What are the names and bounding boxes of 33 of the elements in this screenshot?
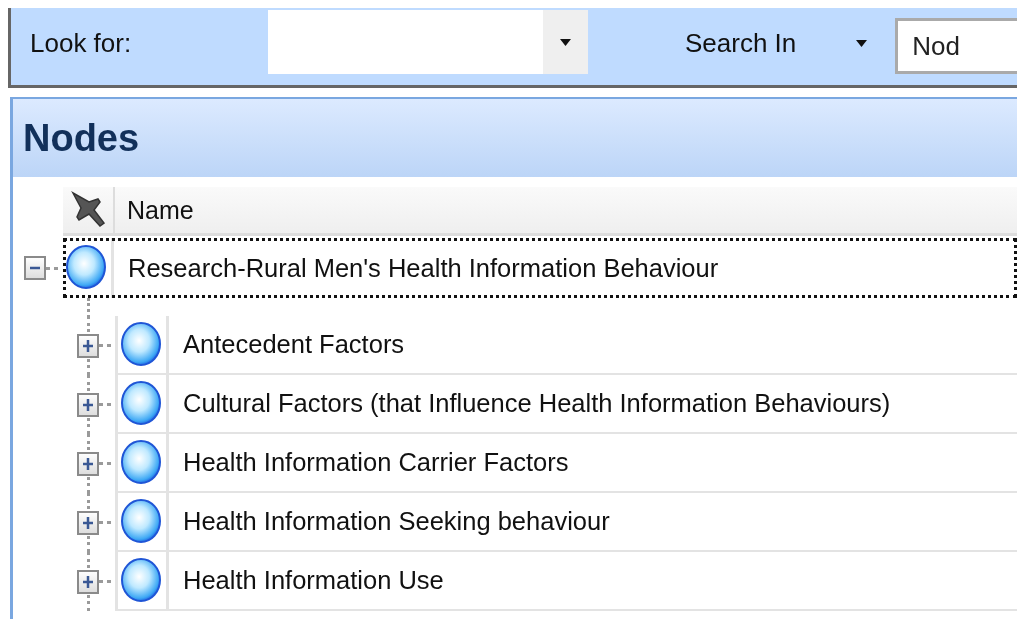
- search-in-field[interactable]: Nod: [895, 18, 1017, 74]
- node-name: Cultural Factors (that Influence Health Information Behaviours): [182, 388, 892, 419]
- look-for-label: Look for:: [30, 28, 133, 59]
- tree-row[interactable]: Antecedent Factors: [115, 316, 1017, 375]
- expand-toggle[interactable]: [77, 569, 99, 594]
- node-name: Research-Rural Men's Health Information Behaviour: [127, 252, 720, 284]
- node-icon: [121, 321, 163, 368]
- column-header[interactable]: Name: [115, 187, 194, 233]
- tree-row[interactable]: Health Information Use: [115, 552, 1017, 611]
- expand-toggle[interactable]: [77, 510, 99, 535]
- collapse-toggle[interactable]: [24, 256, 46, 280]
- node-name: Antecedent Factors: [182, 329, 406, 360]
- tree-row[interactable]: Cultural Factors (that Influence Health Information Behaviours): [115, 375, 1017, 434]
- panel-title: Nodes: [13, 99, 1017, 177]
- node-icon: [121, 498, 163, 545]
- node-icon: [121, 557, 163, 604]
- node-icon: [66, 245, 108, 291]
- node-name: Health Information Seeking behaviour: [182, 506, 611, 537]
- expand-toggle[interactable]: [77, 451, 99, 476]
- node-icon: [121, 439, 163, 486]
- search-in-button[interactable]: Search In: [685, 28, 868, 59]
- node-icon: [121, 380, 163, 427]
- caret-icon: [856, 40, 868, 47]
- look-for-field[interactable]: [268, 10, 543, 74]
- pin-icon: [69, 190, 107, 230]
- caret-icon: [560, 38, 571, 46]
- tree-row[interactable]: Research-Rural Men's Health Information Behaviour: [63, 238, 1017, 298]
- node-name: Health Information Use: [182, 565, 445, 596]
- expand-toggle[interactable]: [77, 392, 99, 417]
- node-name: Health Information Carrier Factors: [182, 447, 570, 478]
- expand-toggle[interactable]: [77, 333, 99, 358]
- tree-row[interactable]: Health Information Seeking behaviour: [115, 493, 1017, 552]
- tree-row[interactable]: Health Information Carrier Factors: [115, 434, 1017, 493]
